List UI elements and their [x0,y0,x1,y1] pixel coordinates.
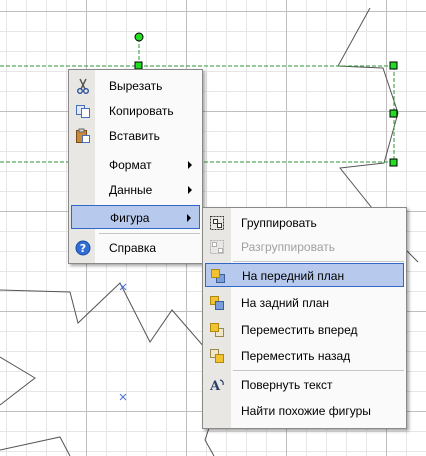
menu-item-label: Переместить вперед [241,323,358,337]
bring-to-front-icon [211,269,225,283]
ungroup-icon [210,240,224,254]
menu-item-label: Группировать [241,216,317,230]
menu-item-ungroup[interactable]: Разгруппировать [205,235,404,259]
help-icon: ? [75,240,91,256]
bring-forward-icon [210,323,224,337]
menu-item-send-backward[interactable]: Переместить назад [205,344,404,368]
rotation-handle[interactable] [134,32,144,42]
group-icon [210,216,224,230]
menu-separator [233,370,404,371]
menu-item-label: Повернуть текст [241,378,333,392]
submenu-arrow-icon [188,161,192,169]
menu-separator [99,233,200,234]
submenu-arrow-icon [188,186,192,194]
rotate-text-icon: A [209,379,224,393]
menu-item-label: На задний план [241,296,330,310]
menu-separator [233,261,404,262]
copy-icon [76,105,90,118]
menu-item-bring-forward[interactable]: Переместить вперед [205,318,404,342]
menu-item-group[interactable]: Группировать [205,211,404,235]
menu-item-find-similar-shapes[interactable]: Найти похожие фигуры [205,399,404,423]
svg-text:?: ? [80,242,86,255]
shape-submenu: Группировать Разгруппировать На передний… [202,207,407,429]
menu-item-help[interactable]: ? Справка [71,236,200,260]
menu-item-label: Копировать [109,104,174,118]
menu-item-data[interactable]: Данные [71,178,200,202]
menu-item-label: Формат [109,158,152,172]
submenu-arrow-icon [187,214,191,222]
menu-item-send-to-back[interactable]: На задний план [205,291,404,315]
menu-item-cut[interactable]: Вырезать [71,74,200,98]
send-to-back-icon [210,296,224,310]
menu-item-label: Вставить [109,129,160,143]
menu-item-label: Вырезать [109,79,163,93]
menu-item-copy[interactable]: Копировать [71,99,200,123]
menu-item-paste[interactable]: Вставить [71,124,200,148]
menu-item-format[interactable]: Формат [71,153,200,177]
context-menu: Вырезать Копировать Вставить Формат Данн… [68,69,203,264]
menu-item-label: Справка [109,241,157,255]
paste-icon [76,128,90,143]
menu-item-rotate-text[interactable]: A Повернуть текст [205,373,404,397]
menu-item-label: Фигура [110,211,150,225]
menu-item-bring-to-front[interactable]: На передний план [205,263,404,287]
menu-item-label: Переместить назад [241,349,351,363]
menu-item-label: На передний план [242,269,345,283]
svg-text:A: A [209,379,221,393]
shape-center-marker [119,283,127,401]
scissors-icon [77,78,89,94]
menu-item-shape[interactable]: Фигура [71,205,200,229]
send-backward-icon [210,349,224,363]
menu-item-label: Разгруппировать [241,240,336,254]
star-shape-lower[interactable] [0,282,221,456]
menu-item-label: Найти похожие фигуры [241,404,371,418]
menu-item-label: Данные [109,183,153,197]
